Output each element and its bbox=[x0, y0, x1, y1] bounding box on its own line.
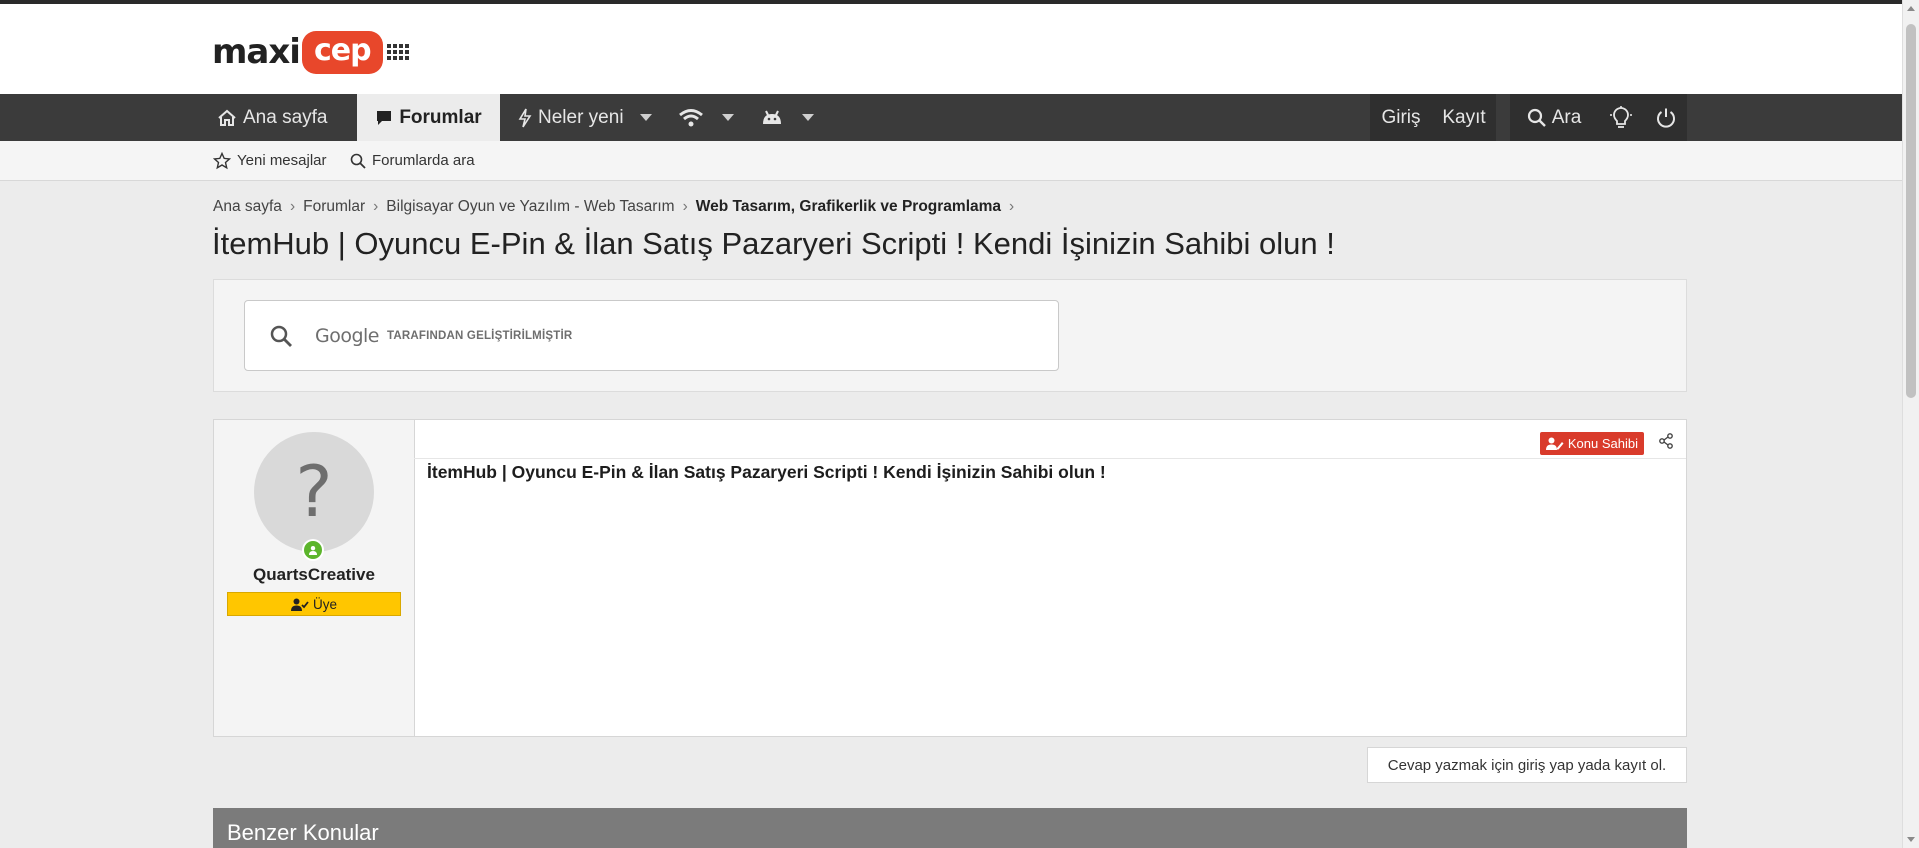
chevron-down-icon bbox=[722, 114, 734, 121]
user-edit-icon bbox=[1545, 437, 1564, 450]
theme-toggle-button[interactable] bbox=[1598, 94, 1644, 141]
chevron-right-icon: › bbox=[373, 198, 379, 215]
logo-text-maxi: maxi bbox=[212, 32, 301, 72]
google-brand: Google bbox=[315, 324, 380, 347]
star-icon bbox=[213, 151, 231, 169]
nav-home-label: Ana sayfa bbox=[243, 106, 328, 128]
nav-forums[interactable]: Forumlar bbox=[357, 94, 500, 141]
post-header: Konu Sahibi bbox=[414, 420, 1686, 459]
breadcrumb-subforum[interactable]: Web Tasarım, Grafikerlik ve Programlama bbox=[696, 198, 1001, 216]
nav-register[interactable]: Kayıt bbox=[1432, 94, 1496, 141]
scroll-down-arrow-icon[interactable] bbox=[1907, 837, 1915, 842]
avatar[interactable]: ? bbox=[254, 432, 374, 552]
home-icon bbox=[218, 109, 236, 126]
subnav-search-forums[interactable]: Forumlarda ara bbox=[350, 141, 475, 180]
thread-owner-label: Konu Sahibi bbox=[1567, 436, 1638, 451]
avatar-placeholder: ? bbox=[295, 451, 333, 533]
nav-whats-new-label: Neler yeni bbox=[538, 106, 624, 128]
thread-owner-badge: Konu Sahibi bbox=[1539, 432, 1644, 455]
nav-register-label: Kayıt bbox=[1442, 106, 1486, 128]
comment-icon bbox=[377, 110, 392, 125]
scroll-up-arrow-icon[interactable] bbox=[1907, 6, 1915, 11]
subnav-new-posts[interactable]: Yeni mesajlar bbox=[213, 141, 327, 180]
search-icon bbox=[270, 325, 292, 347]
share-icon bbox=[1659, 433, 1673, 449]
scrollbar-thumb[interactable] bbox=[1906, 24, 1916, 398]
login-to-reply-link[interactable]: Cevap yazmak için giriş yap yada kayıt o… bbox=[1367, 747, 1687, 783]
post-username[interactable]: QuartsCreative bbox=[214, 565, 414, 585]
online-status-icon bbox=[302, 539, 324, 561]
post-body: İtemHub | Oyuncu E-Pin & İlan Satış Paza… bbox=[427, 462, 1106, 482]
subnav-search-forums-label: Forumlarda ara bbox=[372, 152, 475, 169]
share-button[interactable] bbox=[1658, 433, 1674, 454]
nav-login[interactable]: Giriş bbox=[1370, 94, 1432, 141]
logo-dots bbox=[386, 44, 409, 60]
main-navbar: Ana sayfa Forumlar Neler yeni Giriş Kayı… bbox=[0, 94, 1902, 141]
lightbulb-icon bbox=[1610, 105, 1632, 128]
search-icon bbox=[350, 153, 366, 169]
google-search-input[interactable]: Google TARAFINDAN GELİŞTİRİLMİŞTİR bbox=[244, 300, 1059, 371]
page-title: İtemHub | Oyuncu E-Pin & İlan Satış Paza… bbox=[212, 226, 1335, 261]
vertical-scrollbar[interactable] bbox=[1902, 0, 1919, 848]
nav-search-label: Ara bbox=[1551, 106, 1582, 128]
android-icon bbox=[763, 110, 781, 124]
post-message: ? QuartsCreative Üye Konu Sahibi İtemHub… bbox=[213, 419, 1687, 737]
chevron-down-icon bbox=[639, 114, 652, 121]
subnav-new-posts-label: Yeni mesajlar bbox=[237, 152, 327, 169]
site-logo[interactable]: maxi cep bbox=[212, 24, 409, 80]
sub-navbar: Yeni mesajlar Forumlarda ara bbox=[0, 141, 1902, 181]
nav-android-menu[interactable] bbox=[760, 94, 814, 141]
custom-search-panel: Google TARAFINDAN GELİŞTİRİLMİŞTİR bbox=[213, 279, 1687, 392]
nav-home[interactable]: Ana sayfa bbox=[217, 94, 328, 141]
breadcrumb-home[interactable]: Ana sayfa bbox=[213, 198, 282, 216]
similar-threads-title: Benzer Konular bbox=[227, 820, 379, 845]
search-icon bbox=[1527, 108, 1546, 127]
breadcrumb: Ana sayfa › Forumlar › Bilgisayar Oyun v… bbox=[213, 196, 1022, 218]
wifi-icon bbox=[679, 108, 703, 126]
chevron-down-icon bbox=[802, 114, 814, 121]
user-check-icon bbox=[290, 598, 309, 611]
similar-threads-block: Benzer Konular bbox=[213, 808, 1687, 848]
chevron-right-icon: › bbox=[682, 198, 688, 215]
nav-search[interactable]: Ara bbox=[1510, 94, 1598, 141]
post-user-panel: ? QuartsCreative Üye bbox=[214, 420, 415, 736]
power-icon bbox=[1656, 108, 1675, 128]
nav-login-label: Giriş bbox=[1381, 106, 1421, 128]
bolt-icon bbox=[518, 108, 532, 127]
logo-text-cep: cep bbox=[301, 30, 383, 74]
breadcrumb-forums[interactable]: Forumlar bbox=[303, 198, 365, 216]
user-role-label: Üye bbox=[312, 596, 337, 612]
nav-wifi-menu[interactable] bbox=[678, 94, 734, 141]
nav-forums-label: Forumlar bbox=[399, 106, 482, 128]
user-role-badge: Üye bbox=[227, 592, 401, 616]
power-button[interactable] bbox=[1644, 94, 1687, 141]
chevron-right-icon: › bbox=[289, 198, 296, 215]
powered-by-label: TARAFINDAN GELİŞTİRİLMİŞTİR bbox=[387, 329, 573, 342]
chevron-right-icon: › bbox=[1009, 198, 1015, 215]
nav-whats-new[interactable]: Neler yeni bbox=[518, 94, 652, 141]
breadcrumb-category[interactable]: Bilgisayar Oyun ve Yazılım - Web Tasarım bbox=[386, 198, 674, 216]
site-header: maxi cep bbox=[0, 4, 1902, 94]
